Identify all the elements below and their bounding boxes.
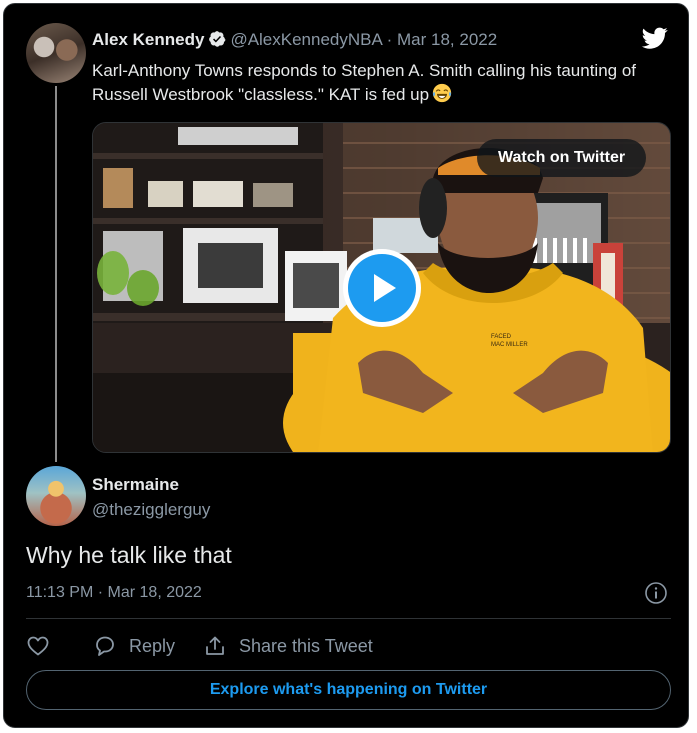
header-separator: · bbox=[381, 30, 398, 49]
tweet-header: Alex Kennedy @AlexKennedyNBA · Mar 18, 20… bbox=[92, 29, 497, 51]
reply-timestamp[interactable]: 11:13 PM · Mar 18, 2022 bbox=[26, 584, 202, 602]
embedded-tweet-card: Alex Kennedy @AlexKennedyNBA · Mar 18, 20… bbox=[3, 3, 689, 728]
reply-label: Reply bbox=[129, 635, 176, 656]
reply-author-avatar[interactable] bbox=[26, 466, 86, 526]
play-icon[interactable] bbox=[341, 247, 423, 329]
reply-text: Why he talk like that bbox=[26, 542, 232, 568]
explore-twitter-button[interactable]: Explore what's happening on Twitter bbox=[26, 670, 671, 710]
tweet-text: Karl-Anthony Towns responds to Stephen A… bbox=[92, 61, 637, 104]
info-icon[interactable] bbox=[644, 581, 668, 605]
face-with-tears-of-joy-icon bbox=[432, 83, 452, 103]
author-handle[interactable]: @AlexKennedyNBA bbox=[230, 30, 381, 49]
verified-badge-icon bbox=[209, 31, 226, 47]
actions-divider bbox=[26, 618, 671, 619]
reply-bubble-icon bbox=[96, 636, 114, 656]
share-label: Share this Tweet bbox=[239, 635, 373, 656]
author-name[interactable]: Alex Kennedy bbox=[92, 30, 204, 49]
reply-author-handle[interactable]: @thezigglerguy bbox=[92, 500, 210, 520]
share-icon bbox=[206, 636, 224, 655]
watch-on-twitter-button[interactable]: Watch on Twitter bbox=[477, 139, 647, 177]
author-avatar[interactable] bbox=[26, 23, 86, 83]
svg-text:MAC MILLER: MAC MILLER bbox=[491, 342, 528, 348]
tweet-video[interactable]: FACED MAC MILLER Watch on Twitter bbox=[92, 122, 671, 453]
like-button[interactable] bbox=[26, 633, 62, 659]
reply-button[interactable]: Reply bbox=[93, 633, 175, 659]
reply-author-name[interactable]: Shermaine bbox=[92, 475, 179, 495]
tweet-date[interactable]: Mar 18, 2022 bbox=[397, 30, 497, 49]
tweet-body: Karl-Anthony Towns responds to Stephen A… bbox=[92, 59, 682, 107]
heart-icon bbox=[27, 636, 49, 656]
svg-text:FACED: FACED bbox=[491, 334, 512, 340]
thread-connector-line bbox=[55, 86, 57, 462]
twitter-bird-icon[interactable] bbox=[640, 25, 670, 51]
share-button[interactable]: Share this Tweet bbox=[203, 633, 373, 659]
